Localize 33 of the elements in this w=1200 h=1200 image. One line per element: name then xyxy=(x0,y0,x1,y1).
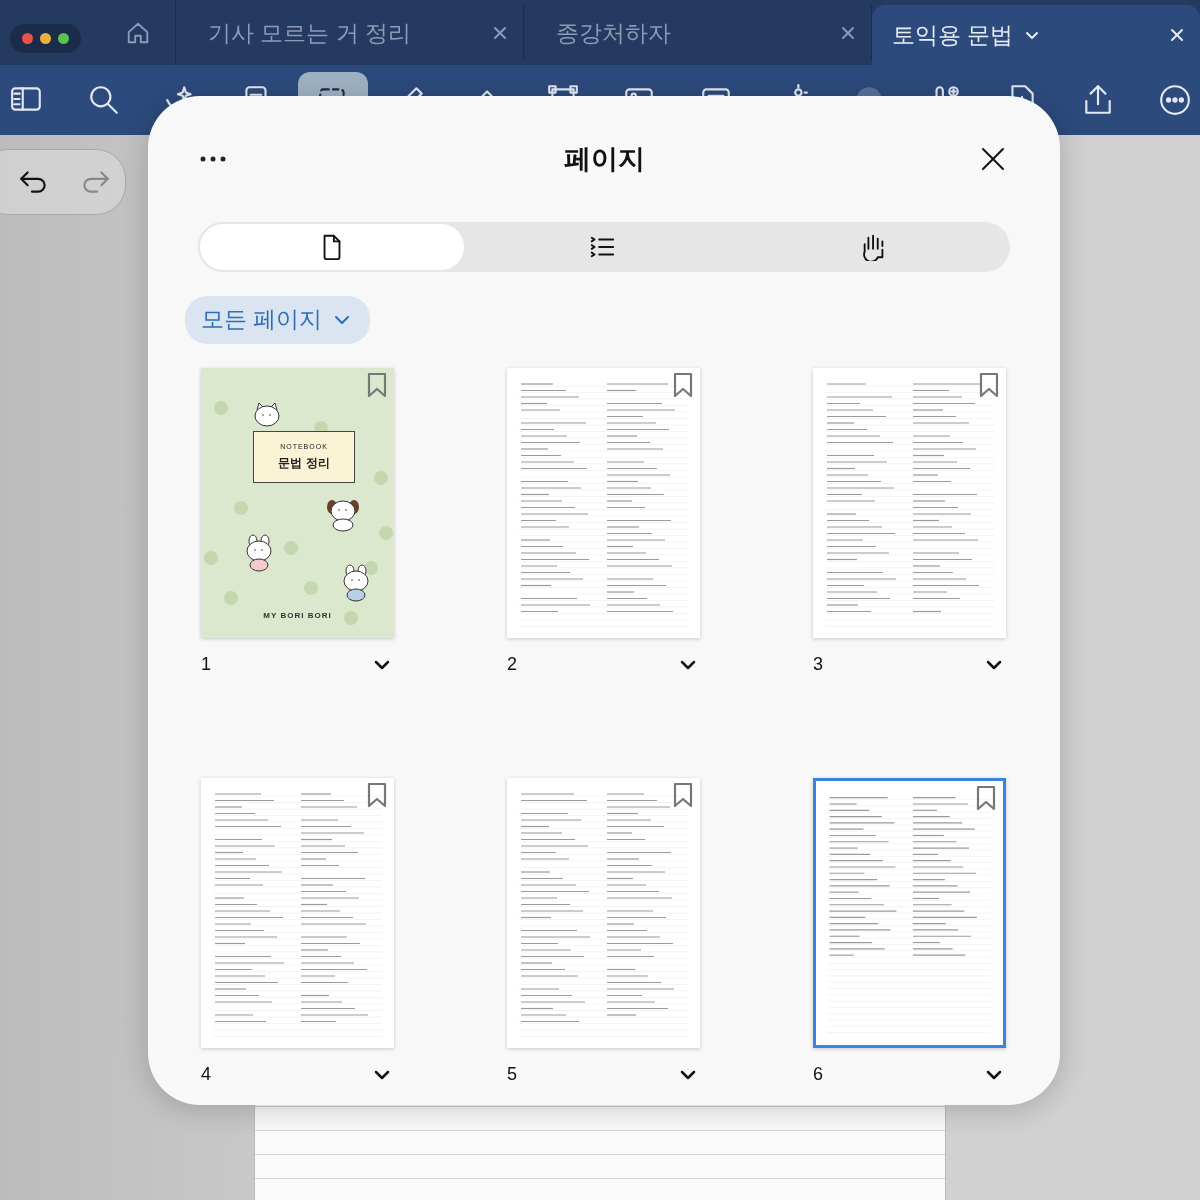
bookmark-icon[interactable] xyxy=(672,782,694,808)
close-icon[interactable] xyxy=(980,146,1006,172)
page-number: 3 xyxy=(813,654,823,675)
window-dot[interactable] xyxy=(22,33,33,44)
window-dot[interactable] xyxy=(58,33,69,44)
page-number: 2 xyxy=(507,654,517,675)
tab-title[interactable]: 토익용 문법 xyxy=(892,19,1014,51)
page-number: 4 xyxy=(201,1064,211,1085)
page-number: 5 xyxy=(507,1064,517,1085)
window-controls[interactable] xyxy=(10,24,81,53)
bookmark-icon[interactable] xyxy=(978,372,1000,398)
dialog-title: 페이지 xyxy=(563,143,645,176)
page-number: 1 xyxy=(201,654,211,675)
page-thumbnail[interactable] xyxy=(813,368,1006,638)
bookmark-icon[interactable] xyxy=(672,372,694,398)
window-dot[interactable] xyxy=(40,33,51,44)
close-icon[interactable] xyxy=(1168,26,1186,44)
document-tab[interactable]: 토익용 문법 xyxy=(872,5,1200,65)
page-thumbnail[interactable] xyxy=(507,778,700,1048)
page-thumbnail[interactable] xyxy=(201,778,394,1048)
document-tab[interactable]: 기사 모르는 거 정리 xyxy=(176,5,524,61)
cover-title: 문법 정리 xyxy=(278,454,330,472)
filter-dropdown[interactable]: 모든 페이지 xyxy=(185,296,371,344)
page-thumbnail[interactable] xyxy=(813,778,1006,1048)
page-thumbnail[interactable] xyxy=(507,368,700,638)
more-icon[interactable] xyxy=(1157,83,1192,117)
bookmark-icon[interactable] xyxy=(366,782,388,808)
tab-title[interactable]: 기사 모르는 거 정리 xyxy=(208,17,412,49)
page-number: 6 xyxy=(813,1064,823,1085)
cover-brand: MY BORI BORI xyxy=(262,611,333,620)
bookmark-icon[interactable] xyxy=(366,372,388,398)
bookmark-icon[interactable] xyxy=(975,785,997,811)
tab-title[interactable]: 종강처하자 xyxy=(556,17,671,49)
